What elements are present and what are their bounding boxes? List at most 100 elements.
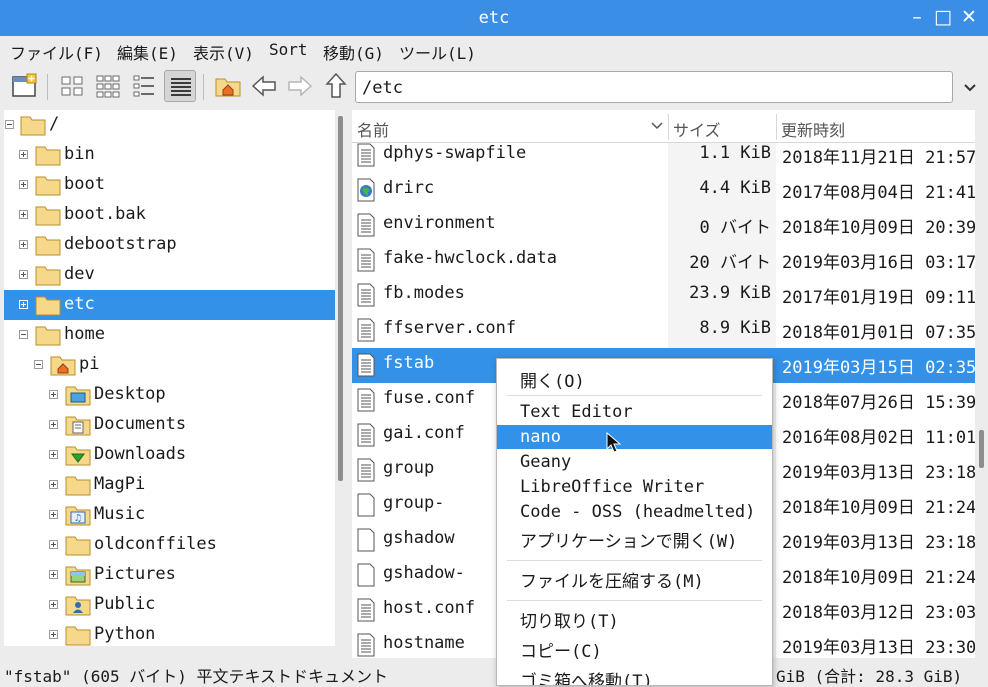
collapse-icon[interactable] [5,120,14,129]
sort-chevron-icon[interactable] [650,118,664,138]
file-modified: 2019年03月13日 23:30 [782,638,975,658]
context-menu-item-label: 切り取り(T) [520,612,619,632]
tree-item-Pictures[interactable]: Pictures [4,560,335,590]
context-menu-item[interactable]: コピー(C) [497,635,772,662]
expand-icon[interactable] [49,420,58,429]
public-folder-icon [65,594,91,616]
close-button[interactable]: ✕ [958,6,980,28]
context-menu-item[interactable]: Text Editor [497,400,772,424]
file-list-scrollbar-thumb[interactable] [979,430,984,468]
context-menu-item[interactable]: LibreOffice Writer [497,475,772,499]
menu-file[interactable]: ファイル(F) [10,40,103,64]
file-name: group [383,458,435,478]
tree-item-Documents[interactable]: Documents [4,410,335,440]
file-row[interactable]: drirc 4.4 KiB 2017年08月04日 21:41 [352,173,975,208]
menu-tools[interactable]: ツール(L) [399,40,476,64]
file-name: hostname [383,633,465,653]
file-list-scrollbar[interactable] [975,110,988,658]
expand-icon[interactable] [19,210,28,219]
menu-view[interactable]: 表示(V) [193,40,254,64]
context-menu-item-label: コピー(C) [520,642,602,662]
forward-arrow-icon[interactable] [284,70,316,102]
file-modified: 2017年08月04日 21:41 [782,183,975,203]
tree-item-home[interactable]: home [4,320,335,350]
expand-icon[interactable] [49,390,58,399]
tree-item-label: Python [94,624,156,644]
tree-item-Python[interactable]: Python [4,620,335,646]
context-menu-item[interactable]: Code - OSS (headmelted) [497,500,772,524]
expand-icon[interactable] [19,300,28,309]
file-modified: 2019年03月15日 02:35 [782,358,975,378]
context-menu-item[interactable]: 切り取り(T) [497,605,772,632]
expand-icon[interactable] [19,150,28,159]
tree-item-root[interactable]: / [4,110,335,140]
file-name: ffserver.conf [383,318,517,338]
file-row[interactable]: dphys-swapfile 1.1 KiB 2018年11月21日 21:57 [352,138,975,173]
tree-item-Music[interactable]: ♫ Music [4,500,335,530]
tree-item-Desktop[interactable]: Desktop [4,380,335,410]
expand-icon[interactable] [49,450,58,459]
tree-item-pi[interactable]: pi [4,350,335,380]
tree-item-label: dev [64,264,95,284]
icon-view-icon[interactable] [56,70,88,102]
context-menu-item[interactable]: アプリケーションで開く(W) [497,525,772,552]
mouse-cursor-icon [606,431,622,454]
expand-icon[interactable] [19,180,28,189]
context-menu-item-label: ゴミ箱へ移動(T) [520,672,653,686]
detailed-list-view-icon[interactable] [164,70,196,102]
expand-icon[interactable] [19,270,28,279]
file-name: fuse.conf [383,388,476,408]
expand-icon[interactable] [49,570,58,579]
context-menu-item[interactable]: Geany [497,450,772,474]
context-menu-item[interactable]: 開く(O) [497,365,772,392]
context-menu-item[interactable]: nano [497,425,772,449]
text-file-icon [357,283,375,307]
tree-scrollbar[interactable] [335,110,347,646]
file-row[interactable]: environment 0 バイト 2018年10月09日 20:39 [352,208,975,243]
compact-view-icon[interactable] [128,70,160,102]
tree-item-label: Pictures [94,564,176,584]
menu-separator [507,560,762,561]
chevron-down-icon[interactable] [960,78,980,98]
tree-item-boot[interactable]: boot [4,170,335,200]
home-icon[interactable] [212,70,244,102]
maximize-button[interactable]: □ [932,6,954,28]
menu-edit[interactable]: 編集(E) [117,40,178,64]
menu-go[interactable]: 移動(G) [323,40,384,64]
context-menu-item[interactable]: ゴミ箱へ移動(T) [497,665,772,686]
tree-item-Public[interactable]: Public [4,590,335,620]
menu-sort[interactable]: Sort [269,40,308,59]
file-name: dphys-swapfile [383,143,527,163]
thumbnail-view-icon[interactable] [92,70,124,102]
tree-item-debootstrap[interactable]: debootstrap [4,230,335,260]
back-arrow-icon[interactable] [248,70,280,102]
expand-icon[interactable] [49,600,58,609]
tree-item-bin[interactable]: bin [4,140,335,170]
tree-item-Downloads[interactable]: Downloads [4,440,335,470]
column-divider [668,114,669,140]
tree-item-oldconffiles[interactable]: oldconffiles [4,530,335,560]
tree-item-etc[interactable]: etc [4,290,335,320]
collapse-icon[interactable] [19,330,28,339]
collapse-icon[interactable] [34,360,43,369]
file-size: 0 バイト [699,218,771,238]
context-menu-item[interactable]: ファイルを圧縮する(M) [497,565,772,592]
address-bar[interactable]: /etc [355,71,953,103]
expand-icon[interactable] [19,240,28,249]
up-arrow-icon[interactable] [320,70,352,102]
file-row[interactable]: ffserver.conf 8.9 KiB 2018年01月01日 07:35 [352,313,975,348]
expand-icon[interactable] [49,540,58,549]
desktop-folder-icon [65,384,91,406]
new-window-icon[interactable] [8,70,40,102]
expand-icon[interactable] [49,630,58,639]
minimize-button[interactable]: – [906,6,928,28]
expand-icon[interactable] [49,480,58,489]
tree-scrollbar-thumb[interactable] [338,116,343,481]
tree-item-dev[interactable]: dev [4,260,335,290]
file-name: fake-hwclock.data [383,248,557,268]
file-row[interactable]: fb.modes 23.9 KiB 2017年01月19日 09:11 [352,278,975,313]
tree-item-boot-bak[interactable]: boot.bak [4,200,335,230]
expand-icon[interactable] [49,510,58,519]
file-row[interactable]: fake-hwclock.data 20 バイト 2019年03月16日 03:17 [352,243,975,278]
tree-item-MagPi[interactable]: MagPi [4,470,335,500]
